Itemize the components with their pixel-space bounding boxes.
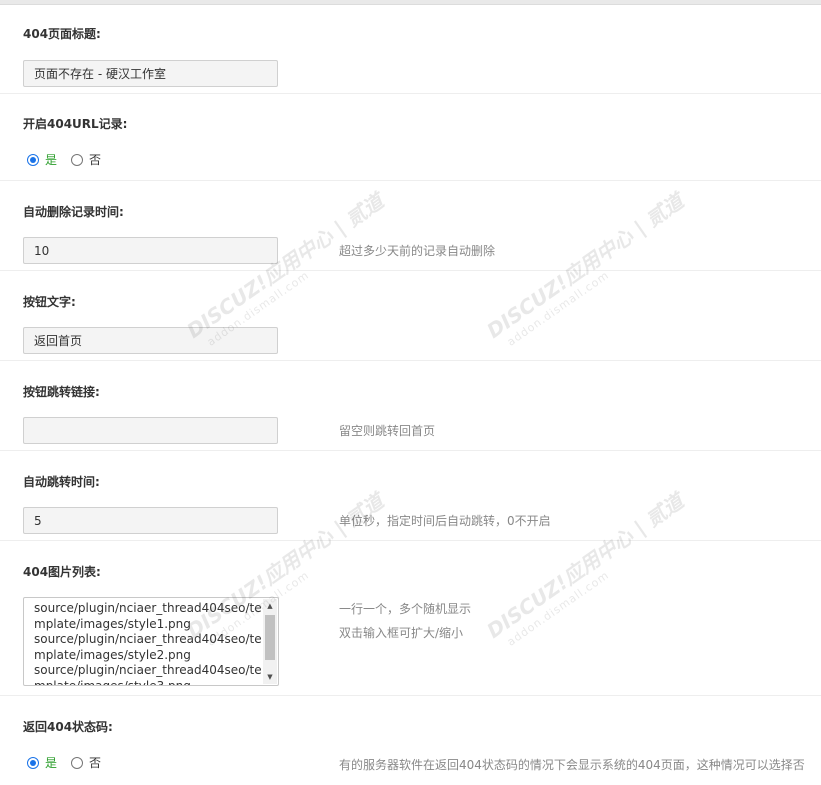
- scroll-thumb[interactable]: [265, 615, 275, 660]
- setting-row-url-log: 开启404URL记录: 是 否: [0, 94, 821, 181]
- image-list-label: 404图片列表:: [23, 565, 101, 579]
- setting-row-auto-delete: 自动删除记录时间: 超过多少天前的记录自动删除: [0, 181, 821, 271]
- redirect-time-hint: 单位秒，指定时间后自动跳转，0不开启: [339, 514, 551, 528]
- button-link-input[interactable]: [23, 417, 278, 444]
- redirect-time-input[interactable]: [23, 507, 278, 534]
- title-input[interactable]: [23, 60, 278, 87]
- url-log-label: 开启404URL记录:: [23, 117, 128, 131]
- title-label: 404页面标题:: [23, 27, 101, 41]
- button-link-hint: 留空则跳转回首页: [339, 424, 436, 438]
- setting-row-redirect-time: 自动跳转时间: 单位秒，指定时间后自动跳转，0不开启: [0, 451, 821, 541]
- button-text-input[interactable]: [23, 327, 278, 354]
- setting-row-button-link: 按钮跳转链接: 留空则跳转回首页: [0, 361, 821, 451]
- status-code-yes-label[interactable]: 是: [45, 754, 57, 771]
- image-list-hint-line1: 一行一个，多个随机显示: [339, 602, 472, 616]
- settings-form: 404页面标题: 开启404URL记录: 是 否 自动删除记录时间: 超过多少天…: [0, 5, 821, 785]
- image-list-textarea-content[interactable]: source/plugin/nciaer_thread404seo/templa…: [34, 601, 262, 685]
- button-text-label: 按钮文字:: [23, 295, 76, 309]
- status-code-yes-radio[interactable]: [27, 756, 39, 769]
- auto-delete-input[interactable]: [23, 237, 278, 264]
- redirect-time-label: 自动跳转时间:: [23, 475, 100, 489]
- auto-delete-label: 自动删除记录时间:: [23, 205, 124, 219]
- status-code-label: 返回404状态码:: [23, 720, 113, 734]
- scroll-up-arrow-icon[interactable]: ▲: [263, 599, 277, 613]
- setting-row-button-text: 按钮文字:: [0, 271, 821, 361]
- url-log-no-radio[interactable]: [71, 153, 84, 166]
- status-code-hint: 有的服务器软件在返回404状态码的情况下会显示系统的404页面，这种情况可以选择…: [339, 758, 805, 772]
- url-log-radio-group: 是 否: [27, 151, 101, 168]
- status-code-no-radio[interactable]: [71, 756, 84, 769]
- image-list-hint-line2: 双击输入框可扩大/缩小: [339, 626, 464, 640]
- auto-delete-hint: 超过多少天前的记录自动删除: [339, 244, 496, 258]
- setting-row-image-list: 404图片列表: source/plugin/nciaer_thread404s…: [0, 541, 821, 696]
- status-code-radio-group: 是 否: [27, 754, 101, 771]
- button-link-label: 按钮跳转链接:: [23, 385, 100, 399]
- status-code-no-label[interactable]: 否: [89, 754, 101, 771]
- url-log-no-label[interactable]: 否: [89, 151, 101, 168]
- setting-row-status-code: 返回404状态码: 是 否 有的服务器软件在返回404状态码的情况下会显示系统的…: [0, 696, 821, 785]
- url-log-yes-radio[interactable]: [27, 153, 39, 166]
- url-log-yes-label[interactable]: 是: [45, 151, 57, 168]
- image-list-scrollbar[interactable]: ▲ ▼: [263, 599, 277, 684]
- scroll-down-arrow-icon[interactable]: ▼: [263, 670, 277, 684]
- image-list-textarea[interactable]: source/plugin/nciaer_thread404seo/templa…: [23, 597, 279, 686]
- setting-row-title: 404页面标题:: [0, 5, 821, 94]
